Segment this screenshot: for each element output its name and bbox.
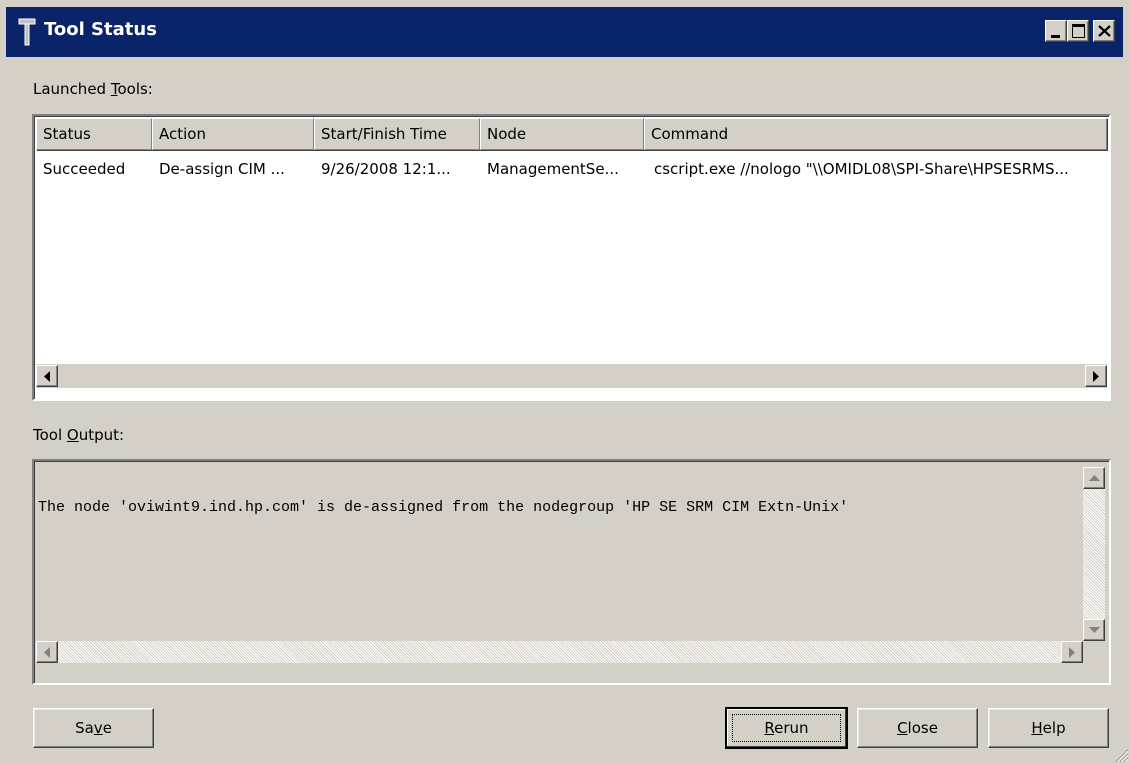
arrow-right-icon <box>1069 647 1075 658</box>
maximize-button[interactable] <box>1067 20 1089 42</box>
minimize-button[interactable] <box>1045 20 1067 42</box>
close-icon <box>1098 25 1111 37</box>
scroll-down-button <box>1083 619 1105 641</box>
cell-node: ManagementSe... <box>487 160 619 178</box>
save-button[interactable]: Save <box>33 708 154 748</box>
column-header-node[interactable]: Node <box>480 118 644 150</box>
column-header-action[interactable]: Action <box>152 118 314 150</box>
focus-rectangle <box>732 714 841 742</box>
tool-status-window: Tool Status Launched Tools: Status Actio… <box>0 0 1129 763</box>
scroll-track[interactable] <box>58 365 1083 387</box>
output-vertical-track <box>1083 489 1105 619</box>
arrow-right-icon <box>1093 371 1099 382</box>
help-button[interactable]: Help <box>988 708 1109 748</box>
output-scroll-right-button <box>1061 641 1083 663</box>
cell-time: 9/26/2008 12:1... <box>321 160 451 178</box>
list-header: Status Action Start/Finish Time Node Com… <box>36 118 1107 150</box>
arrow-up-icon <box>1089 475 1100 481</box>
cell-command: cscript.exe //nologo "\\OMIDL08\SPI-Shar… <box>654 160 1069 178</box>
title-bar[interactable]: Tool Status <box>6 7 1123 57</box>
tool-output-text: The node 'oviwint9.ind.hp.com' is de-ass… <box>38 499 849 516</box>
tool-icon <box>18 18 36 46</box>
tool-output-box[interactable]: The node 'oviwint9.ind.hp.com' is de-ass… <box>32 459 1111 685</box>
tool-output-label: Tool Output: <box>33 426 125 444</box>
arrow-left-icon <box>44 647 50 658</box>
table-row[interactable]: Succeeded De-assign CIM ... 9/26/2008 12… <box>36 152 1107 186</box>
list-horizontal-scrollbar[interactable] <box>36 364 1107 388</box>
column-header-time[interactable]: Start/Finish Time <box>314 118 480 150</box>
close-button[interactable]: Close <box>857 708 978 748</box>
close-window-button[interactable] <box>1093 20 1115 42</box>
cell-status: Succeeded <box>43 160 126 178</box>
scroll-left-button[interactable] <box>36 365 58 387</box>
window-title: Tool Status <box>44 19 157 40</box>
column-header-command[interactable]: Command <box>644 118 1107 150</box>
arrow-down-icon <box>1089 627 1100 633</box>
arrow-left-icon <box>44 371 50 382</box>
scroll-right-button[interactable] <box>1085 365 1107 387</box>
scroll-up-button <box>1083 467 1105 489</box>
launched-tools-list[interactable]: Status Action Start/Finish Time Node Com… <box>32 114 1111 401</box>
cell-action: De-assign CIM ... <box>159 160 285 178</box>
output-horizontal-track <box>58 641 1061 663</box>
output-scroll-left-button <box>36 641 58 663</box>
resize-grip-icon[interactable] <box>1115 749 1129 763</box>
launched-tools-label: Launched Tools: <box>33 80 153 98</box>
column-header-status[interactable]: Status <box>36 118 152 150</box>
rerun-button[interactable]: Rerun <box>725 707 848 749</box>
